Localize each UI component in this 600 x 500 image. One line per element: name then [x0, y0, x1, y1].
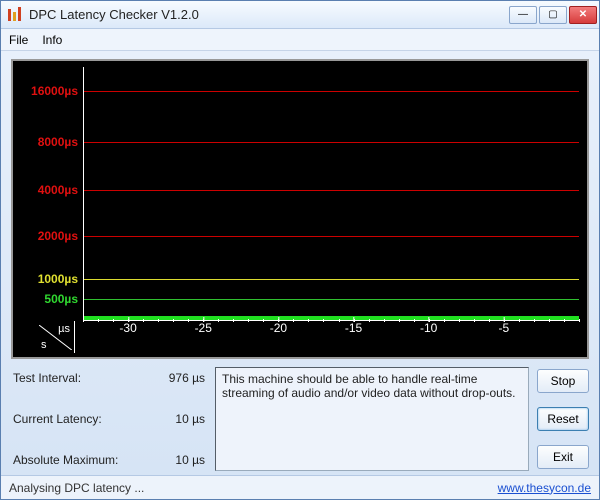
titlebar: DPC Latency Checker V1.2.0 — ▢ ✕: [1, 1, 599, 29]
current-latency-value: 10 µs: [175, 412, 205, 426]
x-tick: -5: [499, 321, 510, 335]
gridline-4000: 4000µs: [84, 190, 579, 191]
x-tick: -10: [420, 321, 437, 335]
gridline-16000: 16000µs: [84, 91, 579, 92]
vendor-link[interactable]: www.thesycon.de: [498, 481, 591, 495]
current-latency-label: Current Latency:: [13, 412, 102, 426]
exit-button[interactable]: Exit: [537, 445, 589, 469]
y-label-2000: 2000µs: [38, 229, 78, 243]
gridline-1000: 1000µs: [84, 279, 579, 280]
x-axis: µs s -30-25-20-15-10-5: [83, 321, 579, 357]
lower-panel: Test Interval: 976 µs Current Latency: 1…: [11, 367, 589, 471]
maximize-button[interactable]: ▢: [539, 6, 567, 24]
gridline-500: 500µs: [84, 299, 579, 300]
latency-chart: 500µs 1000µs 2000µs 4000µs 8000µs 16000µs µs …: [11, 59, 589, 359]
x-tick: -25: [195, 321, 212, 335]
stat-test-interval: Test Interval: 976 µs: [13, 371, 205, 385]
status-text: Analysing DPC latency ...: [9, 481, 144, 495]
client-area: 500µs 1000µs 2000µs 4000µs 8000µs 16000µs µs …: [1, 51, 599, 475]
stop-button[interactable]: Stop: [537, 369, 589, 393]
reset-button[interactable]: Reset: [537, 407, 589, 431]
statusbar: Analysing DPC latency ... www.thesycon.d…: [1, 475, 599, 499]
stat-absolute-maximum: Absolute Maximum: 10 µs: [13, 453, 205, 467]
y-label-8000: 8000µs: [38, 135, 78, 149]
minimize-button[interactable]: —: [509, 6, 537, 24]
gridline-2000: 2000µs: [84, 236, 579, 237]
y-label-4000: 4000µs: [38, 183, 78, 197]
menubar: File Info: [1, 29, 599, 51]
y-label-1000: 1000µs: [38, 272, 78, 286]
x-tick: -15: [345, 321, 362, 335]
app-window: DPC Latency Checker V1.2.0 — ▢ ✕ File In…: [0, 0, 600, 500]
stat-current-latency: Current Latency: 10 µs: [13, 412, 205, 426]
y-label-500: 500µs: [44, 292, 78, 306]
absolute-max-label: Absolute Maximum:: [13, 453, 118, 467]
y-label-16000: 16000µs: [31, 84, 78, 98]
window-controls: — ▢ ✕: [509, 6, 597, 24]
stats-panel: Test Interval: 976 µs Current Latency: 1…: [11, 367, 207, 471]
test-interval-value: 976 µs: [169, 371, 205, 385]
status-message: This machine should be able to handle re…: [215, 367, 529, 471]
menu-file[interactable]: File: [9, 33, 28, 47]
gridline-8000: 8000µs: [84, 142, 579, 143]
x-tick: -20: [270, 321, 287, 335]
chart-plot: 500µs 1000µs 2000µs 4000µs 8000µs 16000µs: [83, 67, 579, 321]
window-title: DPC Latency Checker V1.2.0: [29, 7, 509, 22]
close-button[interactable]: ✕: [569, 6, 597, 24]
test-interval-label: Test Interval:: [13, 371, 81, 385]
action-buttons: Stop Reset Exit: [537, 367, 589, 471]
menu-info[interactable]: Info: [42, 33, 62, 47]
absolute-max-value: 10 µs: [175, 453, 205, 467]
x-tick: -30: [119, 321, 136, 335]
app-icon: [7, 7, 23, 23]
axis-corner: µs s: [35, 321, 75, 353]
